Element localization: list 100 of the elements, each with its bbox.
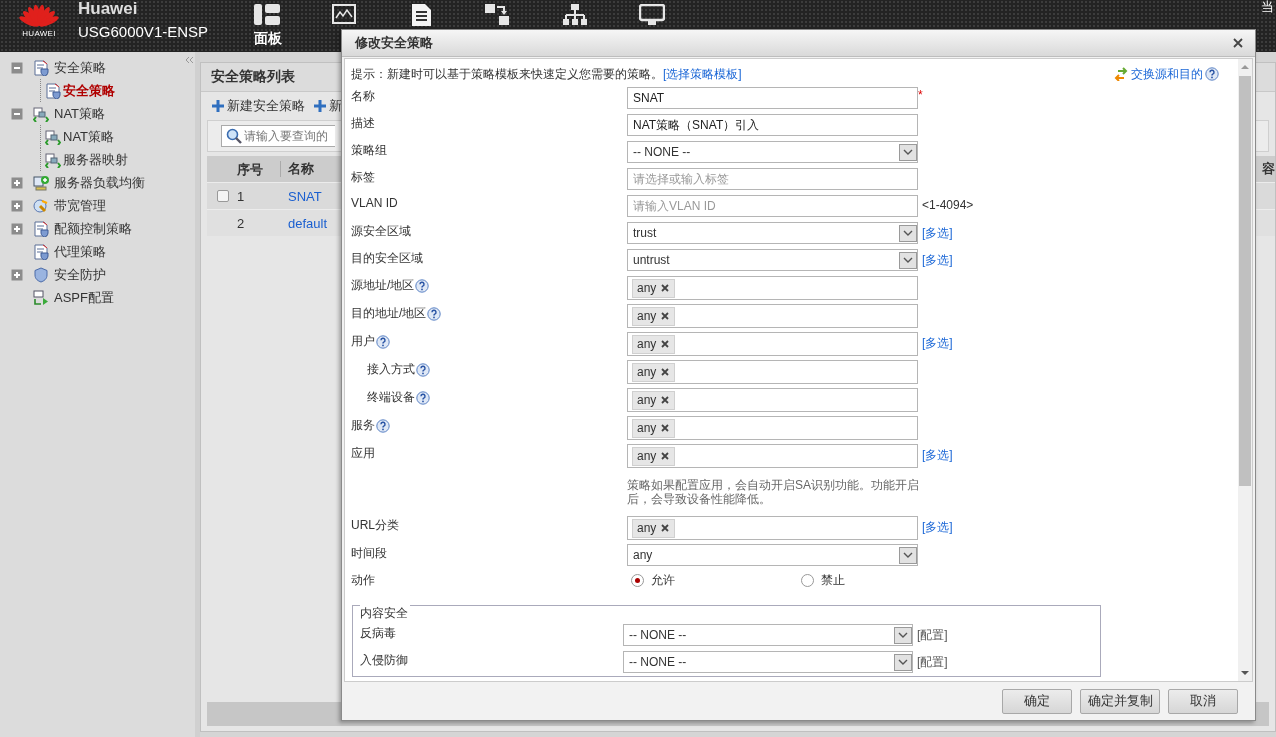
remove-icon[interactable] [661,452,670,460]
scrollbar[interactable] [1238,59,1252,681]
radio-button[interactable] [631,574,644,587]
swap-link[interactable]: 交换源和目的 [1131,65,1203,83]
help-icon[interactable] [1205,67,1219,81]
network-icon [45,128,61,145]
dialog-button[interactable]: 取消 [1168,688,1238,714]
text-field[interactable]: 请选择或输入标签 [627,168,918,190]
tree-item[interactable]: 代理策略 [54,242,106,261]
brand-name: Huawei [78,0,139,18]
field-label: 终端设备 [367,389,415,406]
help-icon[interactable] [415,278,430,293]
remove-icon[interactable] [661,368,670,376]
dropdown[interactable]: -- NONE -- [623,624,913,646]
tag-label: any [637,365,657,379]
dropdown[interactable]: trust [627,222,918,244]
tree-item[interactable]: 服务器负载均衡 [54,173,145,192]
expand-icon[interactable] [11,268,23,281]
config-link[interactable]: [配置] [917,627,948,644]
remove-icon[interactable] [661,312,670,320]
network-icon[interactable] [562,4,588,26]
help-icon[interactable] [416,390,430,405]
tree-item[interactable]: 安全策略 [54,58,106,77]
help-icon[interactable] [376,418,390,433]
collapse-icon[interactable] [11,61,23,74]
dropdown[interactable]: -- NONE -- [627,141,918,163]
help-icon[interactable] [427,306,442,321]
search-field[interactable]: 请输入要查询的 [221,125,335,147]
dialog-button[interactable]: 确定并复制 [1080,688,1160,714]
tag-field[interactable]: any [627,388,918,412]
text-field[interactable]: NAT策略（SNAT）引入 [627,114,918,136]
dashboard-icon[interactable] [254,4,280,26]
close-icon[interactable] [1233,38,1243,48]
table-cell-text: 2 [236,215,246,231]
scroll-down-icon[interactable] [1240,669,1250,677]
tree-item[interactable]: NAT策略 [63,127,115,146]
toolbar-button[interactable]: 新 [313,97,342,115]
plus-icon [313,99,327,113]
multi-select-link[interactable]: [多选] [922,519,953,536]
multi-select-link[interactable]: [多选] [922,335,953,352]
dropdown[interactable]: -- NONE -- [623,651,913,673]
policy-link[interactable]: default [281,215,328,231]
multi-select-link[interactable]: [多选] [922,252,953,269]
multi-select-link[interactable]: [多选] [922,225,953,242]
field-label: URL分类 [351,517,399,534]
tree-item[interactable]: 安全防护 [54,265,106,284]
expand-icon[interactable] [11,199,23,212]
tag-field[interactable]: any [627,360,918,384]
tag-field[interactable]: any [627,276,918,300]
tree-item[interactable]: 带宽管理 [54,196,106,215]
dialog-button[interactable]: 确定 [1002,688,1072,714]
tree-item[interactable]: ASPF配置 [54,288,114,307]
radio-label: 允许 [651,572,675,589]
tag-field[interactable]: any [627,444,918,468]
monitor-icon[interactable] [639,4,665,26]
nav-label[interactable]: 面板 [254,30,282,48]
tree-item[interactable]: 安全策略 [63,81,115,100]
help-icon[interactable] [376,334,390,349]
network-icon [33,105,49,122]
checkbox[interactable] [217,190,229,202]
remove-icon[interactable] [661,284,670,292]
text-field[interactable]: 请输入VLAN ID [627,195,918,217]
remove-icon[interactable] [661,424,670,432]
tree-item[interactable]: NAT策略 [54,104,106,123]
tag-field[interactable]: any [627,332,918,356]
tree-item[interactable]: 服务器映射 [63,150,128,169]
field-label: 动作 [351,572,375,589]
expand-icon[interactable] [11,176,23,189]
transfer-icon[interactable] [485,4,511,26]
document-icon [33,243,49,260]
radio-button[interactable] [801,574,814,587]
range-hint: <1-4094> [922,198,974,212]
policy-link[interactable]: SNAT [281,188,322,204]
dropdown[interactable]: untrust [627,249,918,271]
search-icon [226,128,242,144]
config-link[interactable]: [配置] [917,654,948,671]
tag-field[interactable]: any [627,416,918,440]
dropdown[interactable]: any [627,544,918,566]
group-legend: 内容安全 [360,605,410,622]
remove-icon[interactable] [661,396,670,404]
required-mark: * [918,88,923,102]
template-link[interactable]: [选择策略模板] [663,66,742,81]
tag-field[interactable]: any [627,304,918,328]
toolbar-button[interactable]: 新建安全策略 [211,97,305,115]
device-name: USG6000V1-ENSP [78,22,210,42]
expand-icon[interactable] [11,222,23,235]
collapse-icon[interactable] [11,107,23,120]
tree-item[interactable]: 配额控制策略 [54,219,132,238]
tag-label: any [637,421,657,435]
tag-label: any [637,521,657,535]
tag-field[interactable]: any [627,516,918,540]
help-icon[interactable] [416,362,430,377]
field-label: 描述 [351,115,375,132]
remove-icon[interactable] [661,524,670,532]
chart-icon[interactable] [331,4,357,26]
multi-select-link[interactable]: [多选] [922,447,953,464]
user-text: 当 [1261,0,1275,16]
dialog-title: 修改安全策略 [355,34,433,52]
text-field[interactable]: SNAT [627,87,918,109]
remove-icon[interactable] [661,340,670,348]
